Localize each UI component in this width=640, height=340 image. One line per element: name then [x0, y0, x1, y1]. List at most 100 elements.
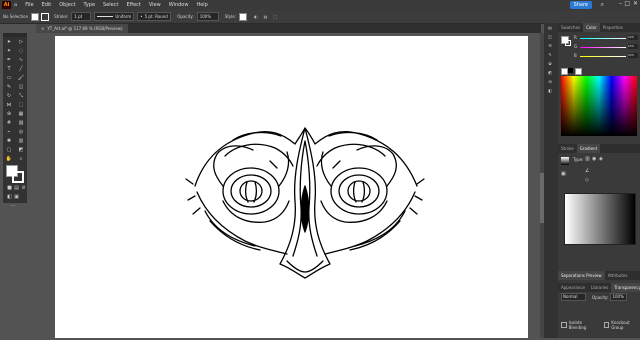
- color-spectrum[interactable]: [561, 76, 637, 136]
- tab-libraries[interactable]: Libraries: [588, 283, 611, 292]
- pathfinder-panel-icon[interactable]: ◧: [544, 86, 556, 95]
- graphic-styles-panel-icon[interactable]: ◩: [544, 68, 556, 77]
- gradient-preview-swatch[interactable]: [561, 157, 569, 165]
- tab-attributes[interactable]: Attributes: [605, 271, 631, 280]
- tab-swatches[interactable]: Swatches: [558, 23, 583, 32]
- zoom-tool-icon[interactable]: ⌕: [15, 154, 27, 163]
- fill-stroke-icon[interactable]: ▣: [561, 171, 566, 177]
- menu-type[interactable]: Type: [84, 2, 95, 8]
- stroke-color-icon[interactable]: [12, 171, 24, 183]
- properties-panel-icon[interactable]: ☰: [544, 41, 556, 50]
- line-tool-icon[interactable]: ╱: [15, 64, 27, 73]
- channel-g-value[interactable]: 255: [628, 44, 638, 49]
- shape-builder-tool-icon[interactable]: ⊕: [3, 109, 15, 118]
- width-tool-icon[interactable]: ⋈: [3, 100, 15, 109]
- symbols-panel-icon[interactable]: ✿: [544, 59, 556, 68]
- blend-mode-select[interactable]: Normal: [561, 293, 586, 301]
- radial-gradient-icon[interactable]: ◉: [592, 156, 596, 162]
- fill-swatch[interactable]: [31, 12, 40, 21]
- gradient-angle-icon[interactable]: ∠: [585, 168, 589, 174]
- tab-separations-preview[interactable]: Separations Preview: [558, 271, 605, 280]
- search-icon[interactable]: ⌕: [601, 1, 604, 9]
- channel-b-slider[interactable]: [580, 56, 626, 57]
- channel-r-slider[interactable]: [580, 38, 626, 39]
- align-panel-icon[interactable]: ⊞: [544, 77, 556, 86]
- stroke-swatch[interactable]: [41, 12, 50, 21]
- libraries-panel-icon[interactable]: ◫: [544, 32, 556, 41]
- graphic-style-swatch[interactable]: [239, 12, 248, 21]
- rectangle-tool-icon[interactable]: ▭: [3, 73, 15, 82]
- rotate-tool-icon[interactable]: ↻: [3, 91, 15, 100]
- channel-g-slider[interactable]: [580, 47, 626, 48]
- graph-tool-icon[interactable]: ▥: [15, 136, 27, 145]
- app-logo-icon[interactable]: Ai: [2, 1, 11, 9]
- pencil-tool-icon[interactable]: ✎: [3, 82, 15, 91]
- menu-edit[interactable]: Edit: [42, 2, 52, 8]
- eraser-tool-icon[interactable]: ◫: [15, 82, 27, 91]
- direct-selection-tool-icon[interactable]: ▷: [15, 37, 27, 46]
- menu-view[interactable]: View: [149, 2, 161, 8]
- menu-effect[interactable]: Effect: [126, 2, 140, 8]
- lasso-tool-icon[interactable]: ◌: [15, 46, 27, 55]
- recolor-icon[interactable]: ◐: [254, 14, 258, 19]
- brushes-panel-icon[interactable]: ✎: [544, 50, 556, 59]
- knockout-group-checkbox[interactable]: [603, 322, 610, 328]
- menu-select[interactable]: Select: [103, 2, 118, 8]
- tab-appearance[interactable]: Appearance: [558, 283, 588, 292]
- stroke-weight-input[interactable]: 1 pt: [71, 12, 92, 21]
- tab-properties[interactable]: Properties: [600, 23, 626, 32]
- screen-mode-icon[interactable]: ▣: [13, 192, 20, 201]
- close-tab-icon[interactable]: ×: [41, 26, 44, 31]
- close-icon[interactable]: ✕: [633, 0, 638, 7]
- magic-wand-tool-icon[interactable]: ✦: [3, 46, 15, 55]
- tab-stroke[interactable]: Stroke: [558, 144, 577, 153]
- hand-tool-icon[interactable]: ✋: [3, 154, 15, 163]
- paintbrush-tool-icon[interactable]: 🖌: [15, 73, 27, 82]
- variable-width-profile[interactable]: Uniform: [94, 12, 135, 21]
- slice-tool-icon[interactable]: ◩: [15, 145, 27, 154]
- align-icon[interactable]: ▤: [264, 14, 268, 19]
- type-tool-icon[interactable]: T: [3, 64, 15, 73]
- pen-tool-icon[interactable]: ✒: [3, 55, 15, 64]
- linear-gradient-icon[interactable]: ▥: [585, 156, 590, 162]
- gradient-tool-icon[interactable]: ▨: [15, 118, 27, 127]
- artboard[interactable]: [55, 36, 528, 338]
- draw-mode-icon[interactable]: ◧: [6, 192, 13, 201]
- curvature-tool-icon[interactable]: ∿: [15, 55, 27, 64]
- opacity-input[interactable]: 100%: [196, 12, 219, 21]
- home-icon[interactable]: ⌂: [14, 2, 17, 8]
- aspect-ratio-icon[interactable]: ◇: [585, 177, 589, 183]
- tribal-eyes-artwork[interactable]: [55, 36, 528, 338]
- share-button[interactable]: Share: [569, 1, 592, 9]
- channel-b-value[interactable]: 255: [628, 53, 638, 58]
- isolate-blending-checkbox[interactable]: [561, 322, 567, 328]
- color-mode-icon[interactable]: ■: [6, 183, 13, 192]
- edit-toolbar-icon[interactable]: ⋯: [3, 201, 23, 210]
- none-swatch[interactable]: [575, 68, 582, 75]
- channel-r-value[interactable]: 255: [628, 35, 638, 40]
- menu-help[interactable]: Help: [196, 2, 207, 8]
- eyedropper-tool-icon[interactable]: ⌁: [3, 127, 15, 136]
- scale-tool-icon[interactable]: ⤡: [15, 91, 27, 100]
- minimize-icon[interactable]: –: [619, 0, 622, 7]
- transparency-opacity-input[interactable]: 100%: [610, 293, 628, 301]
- layers-panel-icon[interactable]: ▤: [544, 23, 556, 32]
- selection-tool-icon[interactable]: ➤: [3, 37, 15, 46]
- tab-gradient[interactable]: Gradient: [576, 144, 601, 153]
- black-swatch[interactable]: [568, 68, 573, 73]
- free-transform-tool-icon[interactable]: ⬚: [15, 100, 27, 109]
- symbol-sprayer-tool-icon[interactable]: ✺: [3, 136, 15, 145]
- white-swatch[interactable]: [561, 68, 568, 75]
- gradient-slider-preview[interactable]: [564, 193, 636, 245]
- brush-definition[interactable]: • 5 pt. Round: [137, 12, 172, 21]
- transform-icon[interactable]: ⬚: [273, 14, 277, 19]
- gradient-mode-icon[interactable]: ▤: [13, 183, 20, 192]
- freeform-gradient-icon[interactable]: ◈: [599, 156, 603, 162]
- tab-transparency[interactable]: Transparency: [611, 283, 640, 292]
- maximize-icon[interactable]: □: [624, 0, 630, 7]
- color-stroke-swatch[interactable]: [565, 40, 571, 46]
- blend-tool-icon[interactable]: ◎: [15, 127, 27, 136]
- none-mode-icon[interactable]: ⊘: [20, 183, 27, 192]
- perspective-grid-tool-icon[interactable]: ▦: [15, 109, 27, 118]
- menu-window[interactable]: Window: [169, 2, 189, 8]
